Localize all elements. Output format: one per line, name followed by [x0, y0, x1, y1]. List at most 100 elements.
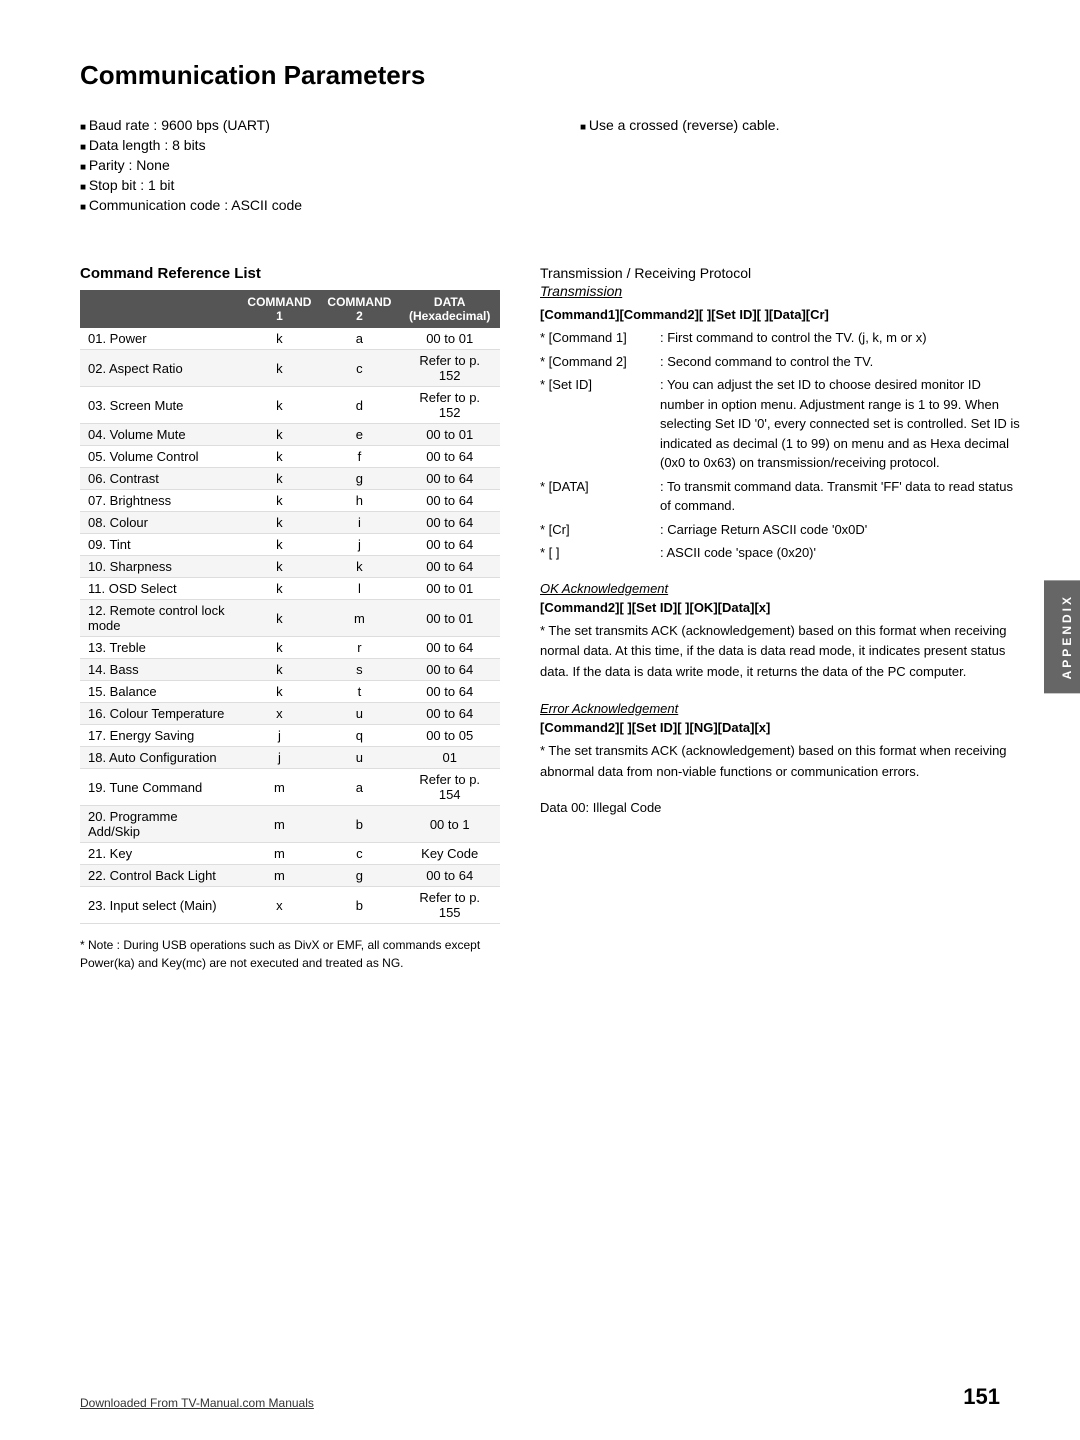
cmd1-val: m	[239, 843, 319, 865]
ok-ack-cmd: [Command2][ ][Set ID][ ][OK][Data][x]	[540, 600, 1020, 615]
cmd1-val: k	[239, 446, 319, 468]
col-data: DATA(Hexadecimal)	[399, 290, 500, 328]
cmd2-val: g	[319, 865, 399, 887]
left-panel: Command Reference List COMMAND1 COMMAND2…	[80, 265, 500, 972]
cmd1-val: j	[239, 725, 319, 747]
cmd2-val: g	[319, 468, 399, 490]
table-row: 23. Input select (Main) x b Refer to p. …	[80, 887, 500, 924]
col-cmd2: COMMAND2	[319, 290, 399, 328]
cmd-name: 17. Energy Saving	[80, 725, 239, 747]
cmd-name: 11. OSD Select	[80, 578, 239, 600]
table-row: 12. Remote control lock mode k m 00 to 0…	[80, 600, 500, 637]
transmission-title: Transmission / Receiving Protocol	[540, 265, 1020, 281]
data-val: 00 to 64	[399, 446, 500, 468]
cmd-name: 12. Remote control lock mode	[80, 600, 239, 637]
cmd-name: 03. Screen Mute	[80, 387, 239, 424]
cmd1-val: m	[239, 806, 319, 843]
cmd1-val: m	[239, 769, 319, 806]
bullet-left-item: Communication code : ASCII code	[80, 195, 520, 215]
bullet-left-item: Parity : None	[80, 155, 520, 175]
table-row: 04. Volume Mute k e 00 to 01	[80, 424, 500, 446]
bullets-left: Baud rate : 9600 bps (UART)Data length :…	[80, 115, 520, 225]
cmd2-val: d	[319, 387, 399, 424]
transmission-section: Transmission / Receiving Protocol Transm…	[540, 265, 1020, 563]
table-row: 20. Programme Add/Skip m b 00 to 1	[80, 806, 500, 843]
cmd-name: 10. Sharpness	[80, 556, 239, 578]
cmd-name: 01. Power	[80, 328, 239, 350]
ok-ack-title: OK Acknowledgement	[540, 581, 1020, 596]
footer-link: Downloaded From TV-Manual.com Manuals	[80, 1396, 314, 1410]
cmd2-val: k	[319, 556, 399, 578]
data-val: 00 to 64	[399, 637, 500, 659]
cmd1-val: k	[239, 350, 319, 387]
pi-desc: : Carriage Return ASCII code '0x0D'	[660, 520, 1020, 540]
pi-label: * [Command 1]	[540, 328, 660, 348]
cmd2-val: i	[319, 512, 399, 534]
data-val: 00 to 64	[399, 865, 500, 887]
cmd2-val: e	[319, 424, 399, 446]
bullets-right: Use a crossed (reverse) cable.	[580, 115, 1020, 225]
parameters-section: Baud rate : 9600 bps (UART)Data length :…	[80, 115, 1020, 225]
table-row: 05. Volume Control k f 00 to 64	[80, 446, 500, 468]
data-val: Key Code	[399, 843, 500, 865]
cmd2-val: b	[319, 806, 399, 843]
ok-ack-desc: * The set transmits ACK (acknowledgement…	[540, 621, 1020, 683]
table-row: 08. Colour k i 00 to 64	[80, 512, 500, 534]
cmd1-val: k	[239, 556, 319, 578]
table-row: 16. Colour Temperature x u 00 to 64	[80, 703, 500, 725]
cmd-name: 19. Tune Command	[80, 769, 239, 806]
table-row: 09. Tint k j 00 to 64	[80, 534, 500, 556]
pi-label: * [DATA]	[540, 477, 660, 516]
data-val: 00 to 01	[399, 600, 500, 637]
cmd-name: 07. Brightness	[80, 490, 239, 512]
cmd1-val: k	[239, 490, 319, 512]
bullet-left-item: Stop bit : 1 bit	[80, 175, 520, 195]
table-row: 15. Balance k t 00 to 64	[80, 681, 500, 703]
table-row: 01. Power k a 00 to 01	[80, 328, 500, 350]
cmd2-val: h	[319, 490, 399, 512]
cmd2-val: s	[319, 659, 399, 681]
cmd2-val: m	[319, 600, 399, 637]
error-ack-title: Error Acknowledgement	[540, 701, 1020, 716]
cmd-name: 02. Aspect Ratio	[80, 350, 239, 387]
cmd1-val: k	[239, 659, 319, 681]
pi-desc: : You can adjust the set ID to choose de…	[660, 375, 1020, 473]
cmd-name: 08. Colour	[80, 512, 239, 534]
table-row: 02. Aspect Ratio k c Refer to p. 152	[80, 350, 500, 387]
cmd2-val: l	[319, 578, 399, 600]
error-ack-desc: * The set transmits ACK (acknowledgement…	[540, 741, 1020, 783]
cmd1-val: k	[239, 468, 319, 490]
page-number: 151	[963, 1384, 1000, 1410]
data-val: 00 to 64	[399, 468, 500, 490]
protocol-item: * [Command 2]: Second command to control…	[540, 352, 1020, 372]
cmd-name: 13. Treble	[80, 637, 239, 659]
cmd1-val: k	[239, 600, 319, 637]
data-val: Refer to p. 154	[399, 769, 500, 806]
bullet-left-item: Data length : 8 bits	[80, 135, 520, 155]
bullet-right-item: Use a crossed (reverse) cable.	[580, 115, 1020, 135]
protocol-item: * [Cr]: Carriage Return ASCII code '0x0D…	[540, 520, 1020, 540]
cmd-name: 21. Key	[80, 843, 239, 865]
cmd2-val: q	[319, 725, 399, 747]
table-row: 06. Contrast k g 00 to 64	[80, 468, 500, 490]
pi-desc: : To transmit command data. Transmit 'FF…	[660, 477, 1020, 516]
cmd2-val: b	[319, 887, 399, 924]
data-val: 00 to 64	[399, 556, 500, 578]
col-cmd1: COMMAND1	[239, 290, 319, 328]
cmd1-val: k	[239, 512, 319, 534]
data-val: 00 to 64	[399, 512, 500, 534]
bullet-left-item: Baud rate : 9600 bps (UART)	[80, 115, 520, 135]
table-row: 21. Key m c Key Code	[80, 843, 500, 865]
data-val: 01	[399, 747, 500, 769]
ok-ack-section: OK Acknowledgement [Command2][ ][Set ID]…	[540, 581, 1020, 683]
cmd-name: 14. Bass	[80, 659, 239, 681]
protocol-item: * [Set ID]: You can adjust the set ID to…	[540, 375, 1020, 473]
cmd1-val: k	[239, 637, 319, 659]
cmd1-val: k	[239, 328, 319, 350]
transmission-subtitle: Transmission	[540, 283, 1020, 299]
table-row: 17. Energy Saving j q 00 to 05	[80, 725, 500, 747]
protocol-item: * [Command 1]: First command to control …	[540, 328, 1020, 348]
data-val: 00 to 64	[399, 681, 500, 703]
error-ack-data-note: Data 00: Illegal Code	[540, 798, 1020, 819]
cmd2-val: a	[319, 328, 399, 350]
